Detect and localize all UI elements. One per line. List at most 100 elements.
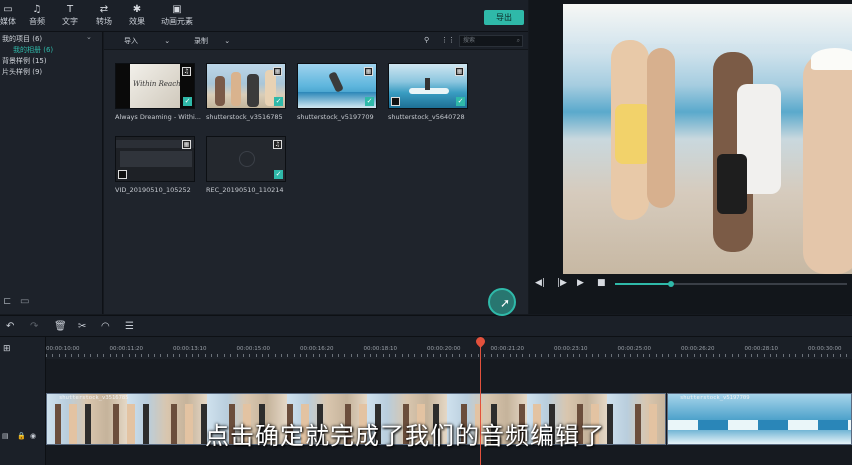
ruler-minor-tick	[814, 354, 816, 357]
ruler-tick-label: 00:00:13:10	[173, 346, 207, 352]
timeline-clip[interactable]: shutterstock_v5197709	[667, 393, 852, 445]
eye-icon[interactable]: ◉	[30, 432, 36, 440]
media-label: shutterstock_v5197709	[297, 113, 374, 121]
undo-icon[interactable]: ↶	[6, 321, 14, 332]
ruler-minor-tick	[369, 354, 371, 357]
ruler-minor-tick	[725, 354, 727, 357]
add-track-icon[interactable]: ⊞	[3, 344, 11, 354]
ruler-minor-tick	[433, 354, 435, 357]
ruler-minor-tick	[319, 354, 321, 357]
ruler-minor-tick	[604, 354, 606, 357]
sidebar-item-background[interactable]: 背景样例 (15)	[2, 56, 47, 66]
media-thumb-shutterstock-5197709[interactable]: ▦ ✓	[297, 63, 377, 109]
new-folder-icon[interactable]: ⊏	[3, 296, 11, 307]
ruler-minor-tick	[681, 354, 682, 357]
media-label: shutterstock_v3516785	[206, 113, 283, 121]
ruler-minor-tick	[522, 354, 524, 357]
media-thumb-rec-110214[interactable]: ♫ ✓	[206, 136, 286, 182]
delete-icon[interactable]: 🗑	[54, 321, 67, 332]
ruler-minor-tick	[52, 354, 54, 357]
ruler-minor-tick	[801, 354, 803, 357]
record-dropdown[interactable]: 录制 ⌄	[194, 36, 230, 46]
ruler-minor-tick	[465, 354, 467, 357]
search-icon: ⌕	[516, 37, 520, 44]
media-thumb-audio-always-dreaming[interactable]: Within Reach ♫ ✓	[115, 63, 195, 109]
media-thumb-vid-105252[interactable]: ▦	[115, 136, 195, 182]
ruler-minor-tick	[674, 354, 676, 357]
tab-elements[interactable]: ▣ 动画元素	[155, 4, 199, 27]
ruler-minor-tick	[122, 354, 124, 357]
ruler-minor-tick	[147, 354, 149, 357]
search-input[interactable]: 搜索 ⌕	[459, 35, 523, 47]
export-button[interactable]: 导出	[484, 10, 524, 25]
media-thumb-shutterstock-3516785[interactable]: ▦ ✓	[206, 63, 286, 109]
ruler-minor-tick	[287, 354, 289, 357]
ruler-minor-tick	[731, 354, 733, 357]
mouse-cursor-icon: ➚	[500, 296, 511, 310]
ruler-minor-tick	[503, 354, 505, 357]
ruler-minor-tick	[217, 354, 219, 357]
ruler-minor-tick	[611, 354, 613, 357]
redo-icon[interactable]: ↷	[30, 321, 38, 332]
ruler-minor-tick	[585, 354, 587, 357]
adjust-icon[interactable]: ☰	[125, 321, 134, 332]
ruler-minor-tick	[649, 354, 651, 357]
ruler-minor-tick	[204, 354, 206, 357]
media-library: 导入 ⌄ 录制 ⌄ ⚲ ⋮⋮ 搜索 ⌕ Within Reach ♫ ✓ Alwa…	[104, 32, 528, 314]
ruler-minor-tick	[439, 354, 441, 357]
grid-view-icon[interactable]: ⋮⋮	[441, 36, 455, 44]
ruler-minor-tick	[617, 354, 619, 357]
play-pause-icon[interactable]: |▶	[557, 278, 567, 288]
stop-icon[interactable]: ■	[597, 278, 606, 288]
ruler-minor-tick	[534, 354, 536, 357]
ruler-minor-tick	[325, 354, 327, 357]
ruler-minor-tick	[496, 354, 498, 357]
ruler-minor-tick	[198, 354, 200, 357]
track-number-icon: ▤	[2, 432, 9, 440]
tab-effects[interactable]: ✱ 效果	[115, 4, 159, 27]
chevron-down-icon: ⌄	[164, 37, 171, 45]
ruler-minor-tick	[427, 354, 428, 357]
cut-icon[interactable]: ✂	[78, 321, 86, 332]
timeline-ruler[interactable]: 00:00:10:00 00:00:11:20 00:00:13:10 00:00:1…	[46, 337, 852, 359]
ruler-minor-tick	[655, 354, 657, 357]
ruler-minor-tick	[312, 354, 314, 357]
preview-progress-bar[interactable]	[615, 281, 847, 287]
speed-icon[interactable]: ◠	[101, 321, 110, 332]
filter-icon[interactable]: ⚲	[424, 36, 429, 44]
play-icon[interactable]: ▶	[577, 278, 584, 288]
sidebar-item-my-album[interactable]: 我的相册 (6)	[13, 45, 53, 55]
checkmark-icon: ✓	[183, 97, 192, 106]
ruler-minor-tick	[763, 354, 765, 357]
import-dropdown[interactable]: 导入 ⌄	[124, 36, 170, 46]
ruler-minor-tick	[242, 354, 244, 357]
ruler-minor-tick	[414, 354, 416, 357]
lock-icon[interactable]: 🔒	[17, 432, 26, 440]
ruler-minor-tick	[141, 354, 143, 357]
ruler-minor-tick	[134, 354, 136, 357]
ruler-minor-tick	[338, 354, 340, 357]
checkmark-icon: ✓	[365, 97, 374, 106]
ruler-minor-tick	[58, 354, 60, 357]
ruler-minor-tick	[236, 354, 238, 357]
ruler-minor-tick	[249, 354, 251, 357]
chevron-down-icon[interactable]: ⌄	[86, 33, 92, 41]
prev-frame-icon[interactable]: ◀|	[535, 278, 545, 288]
ruler-minor-tick	[541, 354, 543, 357]
ruler-tick-label: 00:00:28:10	[744, 346, 779, 352]
ruler-minor-tick	[712, 354, 714, 357]
folder-icon[interactable]: ▭	[20, 296, 29, 307]
ruler-minor-tick	[630, 354, 632, 357]
ruler-minor-tick	[230, 354, 232, 357]
media-sidebar: 我的项目 (6) ⌄ 我的相册 (6) 背景样例 (15) 片头样例 (9) ⊏…	[0, 32, 103, 314]
ruler-minor-tick	[769, 354, 771, 357]
overlay-icon	[118, 170, 127, 179]
ruler-minor-tick	[46, 354, 47, 357]
sidebar-item-my-project[interactable]: 我的项目 (6)	[2, 34, 42, 44]
ruler-minor-tick	[623, 354, 625, 357]
media-thumb-shutterstock-5640728[interactable]: ▦ ✓	[388, 63, 468, 109]
video-icon: ▦	[273, 67, 282, 76]
sidebar-item-intro[interactable]: 片头样例 (9)	[2, 67, 42, 77]
ruler-minor-tick	[750, 354, 752, 357]
ruler-tick-label: 00:00:20:00	[427, 346, 461, 352]
